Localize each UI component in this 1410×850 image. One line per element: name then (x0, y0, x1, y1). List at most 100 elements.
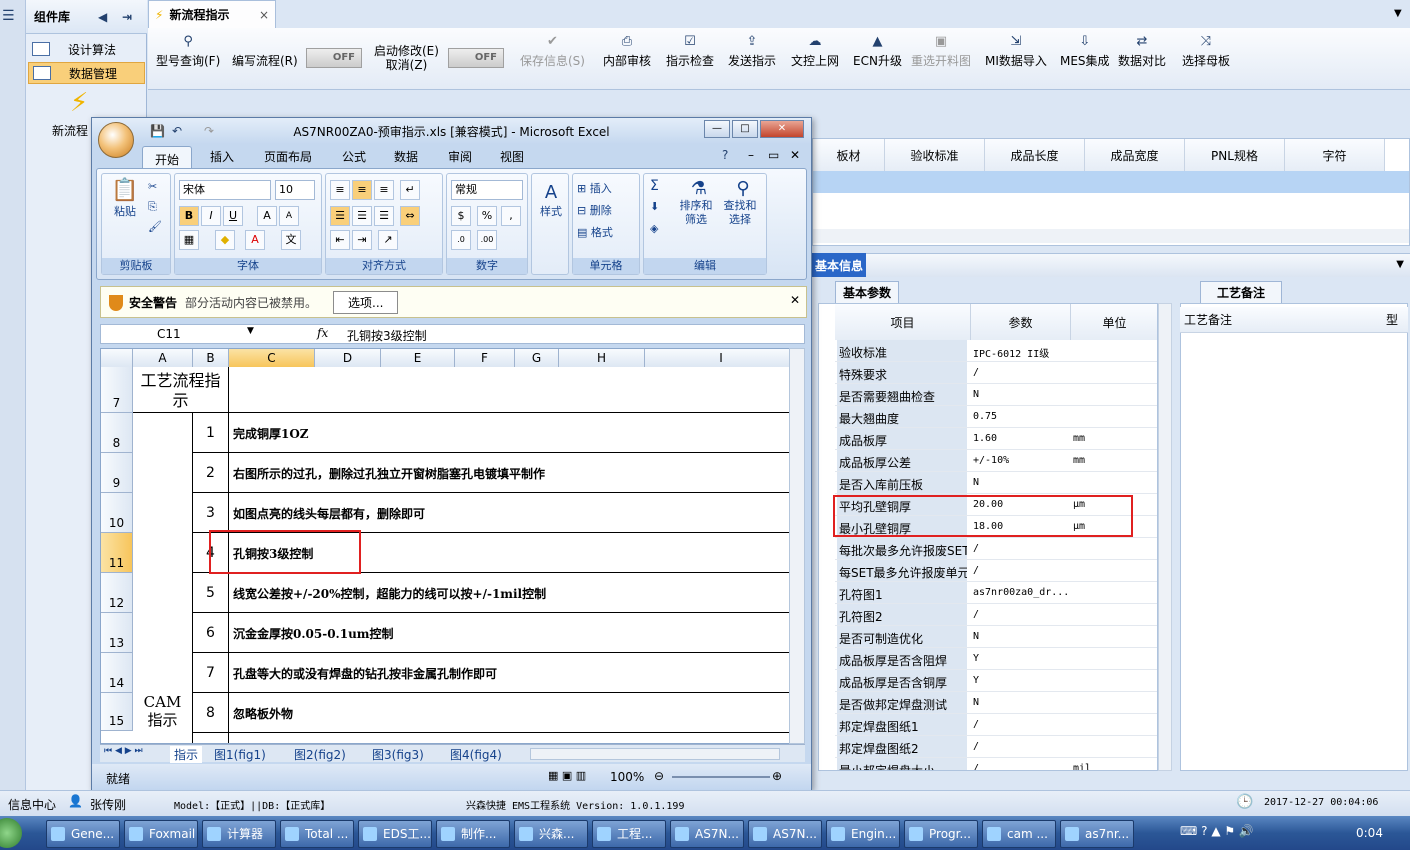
taskbar-item[interactable]: 制作... (436, 820, 510, 848)
fill-color-icon[interactable]: ◆ (215, 230, 235, 250)
maximize-button[interactable]: □ (732, 120, 758, 138)
row-header[interactable]: 13 (101, 613, 133, 653)
row-header[interactable]: 7 (101, 367, 133, 413)
sheet-row[interactable]: 7 孔盘等大的或没有焊盘的钻孔按非金属孔制作即可 (193, 653, 790, 693)
taskbar-item[interactable]: AS7N... (670, 820, 744, 848)
param-value[interactable]: 1.60 (973, 433, 1069, 444)
fill-icon[interactable]: ⬇ (650, 200, 659, 213)
copy-icon[interactable]: ⎘ (148, 200, 157, 214)
check-button[interactable]: ☑ 指示检查 (666, 34, 714, 69)
param-row[interactable]: 每批次最多允许报废SET / (835, 538, 1157, 560)
formula-input[interactable]: 孔铜按3级控制 (347, 327, 427, 344)
font-name-select[interactable]: 宋体 (179, 180, 271, 200)
param-row[interactable]: 邦定焊盘图纸1 / (835, 714, 1157, 736)
taskbar-item[interactable]: Foxmail (124, 820, 198, 848)
clear-icon[interactable]: ◈ (650, 222, 658, 235)
tab-formulas[interactable]: 公式 (342, 148, 366, 165)
indent-increase-icon[interactable]: ⇥ (352, 230, 372, 250)
row-header[interactable]: 14 (101, 653, 133, 693)
insert-cells-button[interactable]: ⊞ 插入 (577, 180, 612, 196)
tab-review[interactable]: 审阅 (448, 148, 472, 165)
reselect-button[interactable]: ▣ 重选开料图 (911, 34, 971, 69)
taskbar-item[interactable]: as7nr... (1060, 820, 1134, 848)
undo-icon[interactable]: ↶ (172, 124, 182, 138)
view-icons[interactable]: ▦ ▣ ▥ (548, 769, 586, 782)
format-painter-icon[interactable]: 🖌 (148, 220, 162, 233)
tab-view[interactable]: 视图 (500, 148, 524, 165)
taskbar-item[interactable]: 计算器 (202, 820, 276, 848)
sheet-tab[interactable]: 指示 (170, 746, 203, 763)
param-row[interactable]: 特殊要求 / (835, 362, 1157, 384)
row-header[interactable]: 11 (101, 533, 133, 573)
sum-icon[interactable]: Σ (650, 178, 659, 194)
row-header[interactable]: 15 (101, 693, 133, 731)
param-row[interactable]: 成品板厚是否含阻焊 Y (835, 648, 1157, 670)
format-cells-button[interactable]: ▤ 格式 (577, 224, 613, 240)
align-left-icon[interactable]: ☰ (330, 206, 350, 226)
param-value[interactable]: / (973, 367, 1069, 378)
sheet-tab[interactable]: 图4(fig4) (450, 746, 502, 763)
param-row[interactable]: 孔符图1 as7nr00za0_dr... (835, 582, 1157, 604)
align-bottom-icon[interactable]: ≡ (374, 180, 394, 200)
bold-button[interactable]: B (179, 206, 199, 226)
param-row[interactable]: 最小邦定焊盘大小 / mil (835, 758, 1157, 770)
border-icon[interactable]: ▦ (179, 230, 199, 250)
minimize-icon[interactable]: – (748, 148, 754, 162)
mes-button[interactable]: ⇩ MES集成 (1060, 34, 1110, 69)
col-header[interactable]: H (559, 349, 645, 367)
mi-import-button[interactable]: ⇲ MI数据导入 (985, 34, 1047, 69)
save-icon[interactable]: 💾 (150, 124, 165, 138)
close-icon[interactable]: ✕ (790, 293, 800, 307)
sheet-row[interactable]: 1 完成铜厚1OZ (193, 413, 790, 453)
tab-page-layout[interactable]: 页面布局 (264, 148, 312, 165)
comma-icon[interactable]: , (501, 206, 521, 226)
param-row[interactable]: 每SET最多允许报废单元 / (835, 560, 1157, 582)
find-select-button[interactable]: ⚲ 查找和选择 (722, 178, 764, 227)
row-header[interactable]: 12 (101, 573, 133, 613)
sort-filter-button[interactable]: ⚗ 排序和筛选 (678, 178, 720, 227)
param-value[interactable]: N (973, 697, 1069, 708)
zoom-slider[interactable] (672, 776, 770, 778)
zoom-in-icon[interactable]: ⊕ (772, 769, 782, 783)
font-color-icon[interactable]: A (245, 230, 265, 250)
close-button[interactable]: ✕ (760, 120, 804, 138)
tab-process-notes[interactable]: 工艺备注 (1200, 281, 1282, 303)
save-info-button[interactable]: ✔ 保存信息(S) (520, 34, 585, 69)
sheet-vertical-scrollbar[interactable] (789, 348, 805, 744)
sheet-row[interactable]: 8 忽略板外物 (193, 693, 790, 733)
sheet-row[interactable]: 6 沉金金厚按0.05-0.1um控制 (193, 613, 790, 653)
grow-font-button[interactable]: A (257, 206, 277, 226)
tab-basic-params[interactable]: 基本参数 (835, 281, 899, 303)
param-value[interactable]: / (973, 763, 1069, 770)
align-right-icon[interactable]: ☰ (374, 206, 394, 226)
sheet-nav-icon[interactable]: ⏮ ◀ ▶ ⏭ (104, 746, 143, 756)
param-row[interactable]: 验收标准 IPC-6012 II级 (835, 340, 1157, 362)
taskbar-item[interactable]: Gene... (46, 820, 120, 848)
col-header[interactable]: B (193, 349, 229, 367)
internal-review-button[interactable]: ⎙ 内部审核 (603, 34, 651, 69)
taskbar-item[interactable]: 工程... (592, 820, 666, 848)
sheet-tab[interactable]: 图3(fig3) (372, 746, 424, 763)
taskbar-item[interactable]: cam ... (982, 820, 1056, 848)
help-icon[interactable]: ? (722, 148, 728, 162)
taskbar-item[interactable]: Engin... (826, 820, 900, 848)
param-value[interactable]: / (973, 609, 1069, 620)
param-value[interactable]: as7nr00za0_dr... (973, 587, 1069, 598)
upload-button[interactable]: ☁ 文控上网 (791, 34, 839, 69)
number-format-select[interactable]: 常规 (451, 180, 523, 200)
taskbar-item[interactable]: 兴森... (514, 820, 588, 848)
col-header[interactable]: D (315, 349, 381, 367)
param-row[interactable]: 是否可制造优化 N (835, 626, 1157, 648)
tab-insert[interactable]: 插入 (210, 148, 234, 165)
cam-label-cell[interactable]: CAM指示 (133, 413, 193, 743)
minimize-button[interactable]: — (704, 120, 730, 138)
chevron-down-icon[interactable]: ▼ (1394, 8, 1402, 19)
start-button[interactable] (0, 818, 22, 848)
shrink-font-button[interactable]: A (279, 206, 299, 226)
styles-button[interactable]: A 样式 (534, 182, 568, 219)
row-header[interactable]: 10 (101, 493, 133, 533)
close-icon[interactable]: ✕ (790, 148, 800, 162)
sheet-row[interactable]: 5 线宽公差按+/-20%控制，超能力的线可以按+/-1mil控制 (193, 573, 790, 613)
param-row[interactable]: 成品板厚 1.60 mm (835, 428, 1157, 450)
info-center-link[interactable]: 信息中心 (8, 796, 56, 813)
